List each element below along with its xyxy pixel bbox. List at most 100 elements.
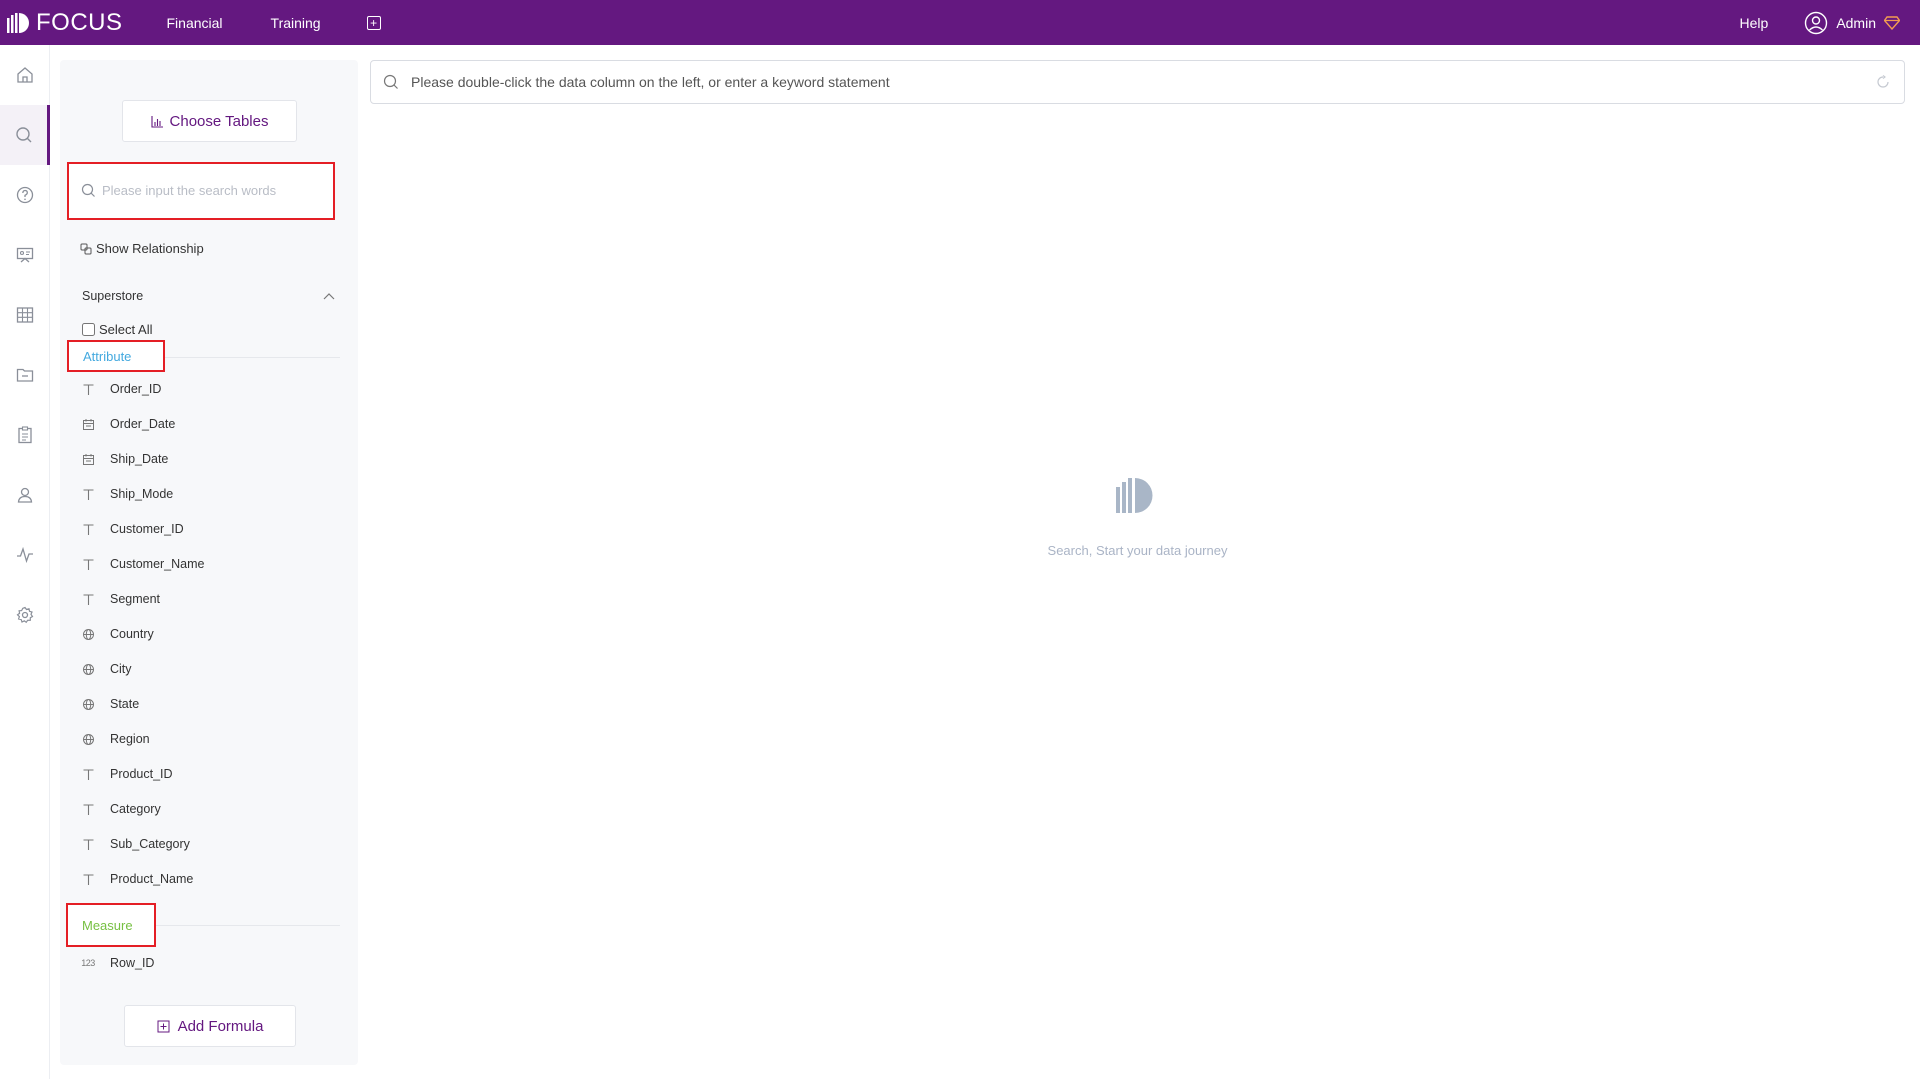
field-country[interactable]: Country — [80, 624, 320, 644]
choose-tables-button[interactable]: Choose Tables — [122, 100, 297, 142]
attribute-section-highlight: Attribute — [67, 340, 165, 372]
field-customer-name[interactable]: Customer_Name — [80, 554, 320, 574]
calendar-icon — [80, 451, 96, 467]
rail-tables[interactable] — [0, 285, 50, 345]
text-icon — [80, 766, 96, 782]
link-icon — [80, 243, 92, 254]
field-state[interactable]: State — [80, 694, 320, 714]
app-logo[interactable]: FOCUS — [6, 9, 123, 37]
user-name: Admin — [1836, 14, 1876, 31]
chevron-up-icon[interactable] — [322, 289, 336, 303]
column-search-input[interactable] — [102, 182, 302, 198]
presentation-icon — [16, 247, 34, 263]
column-search-box — [81, 172, 321, 208]
field-label: Order_Date — [110, 417, 176, 431]
column-search-highlight — [67, 162, 335, 220]
field-label: Order_ID — [110, 382, 162, 396]
field-row-id[interactable]: 123 Row_ID — [80, 953, 320, 973]
field-sub-category[interactable]: Sub_Category — [80, 834, 320, 854]
rail-presentation[interactable] — [0, 225, 50, 285]
measure-divider — [153, 925, 340, 926]
select-all-checkbox[interactable] — [82, 323, 95, 336]
text-icon — [80, 836, 96, 852]
rail-users[interactable] — [0, 465, 50, 525]
top-bar: FOCUS Financial Training + Help Admin — [0, 0, 1920, 45]
rail-home[interactable] — [0, 45, 50, 105]
rail-search[interactable] — [0, 105, 50, 165]
home-icon — [17, 67, 33, 83]
table-name: Superstore — [82, 289, 144, 303]
text-icon — [80, 486, 96, 502]
measure-section-label: Measure — [82, 917, 133, 933]
attribute-divider — [160, 357, 340, 358]
search-icon — [15, 127, 31, 143]
user-avatar-icon — [1805, 11, 1828, 34]
globe-icon — [80, 696, 96, 712]
field-label: Product_ID — [110, 767, 173, 781]
loading-spinner-icon — [1877, 75, 1889, 88]
rail-settings[interactable] — [0, 585, 50, 645]
field-category[interactable]: Category — [80, 799, 320, 819]
clipboard-icon — [18, 426, 32, 444]
folder-icon — [16, 368, 34, 382]
select-all-label: Select All — [99, 322, 153, 337]
focus-logo-icon — [7, 12, 29, 33]
add-formula-label: Add Formula — [177, 1017, 264, 1035]
question-icon — [16, 186, 34, 204]
field-label: State — [110, 697, 140, 711]
field-ship-date[interactable]: Ship_Date — [80, 449, 320, 469]
field-label: Sub_Category — [110, 837, 190, 851]
text-icon — [80, 801, 96, 817]
help-link[interactable]: Help — [1740, 15, 1769, 31]
field-label: Customer_Name — [110, 557, 205, 571]
field-ship-mode[interactable]: Ship_Mode — [80, 484, 320, 504]
data-column-panel: Choose Tables Show Relationship Supersto… — [60, 60, 358, 1065]
field-label: Segment — [110, 592, 161, 606]
field-order-date[interactable]: Order_Date — [80, 414, 320, 434]
show-relationship-link[interactable]: Show Relationship — [80, 241, 204, 256]
keyword-search-bar — [370, 60, 1905, 104]
field-label: City — [110, 662, 132, 676]
plus-square-icon: + — [370, 15, 378, 30]
number-icon: 123 — [81, 958, 95, 968]
globe-icon — [80, 731, 96, 747]
rail-help[interactable] — [0, 165, 50, 225]
text-icon — [80, 591, 96, 607]
select-all[interactable]: Select All — [82, 322, 152, 337]
field-label: Category — [110, 802, 161, 816]
measure-section-highlight: Measure — [66, 903, 156, 947]
field-order-id[interactable]: Order_ID — [80, 379, 320, 399]
text-icon — [80, 521, 96, 537]
search-icon — [383, 74, 398, 89]
field-segment[interactable]: Segment — [80, 589, 320, 609]
user-menu[interactable]: Admin — [1804, 11, 1900, 35]
empty-state-text: Search, Start your data journey — [1047, 543, 1228, 558]
field-label: Country — [110, 627, 154, 641]
rail-clipboard[interactable] — [0, 405, 50, 465]
settings-icon — [16, 606, 34, 624]
globe-icon — [80, 661, 96, 677]
pulse-icon — [17, 546, 33, 564]
left-icon-rail — [0, 45, 50, 1079]
add-tab-button[interactable]: + — [366, 15, 381, 30]
field-product-id[interactable]: Product_ID — [80, 764, 320, 784]
show-relationship-label: Show Relationship — [96, 241, 204, 256]
topbar-right: Help Admin — [1740, 11, 1900, 35]
rail-folder[interactable] — [0, 345, 50, 405]
field-customer-id[interactable]: Customer_ID — [80, 519, 320, 539]
nav-training[interactable]: Training — [271, 15, 321, 31]
add-formula-button[interactable]: Add Formula — [124, 1005, 296, 1047]
text-icon — [80, 381, 96, 397]
rail-monitor[interactable] — [0, 525, 50, 585]
choose-tables-label: Choose Tables — [169, 112, 269, 130]
field-region[interactable]: Region — [80, 729, 320, 749]
field-product-name[interactable]: Product_Name — [80, 869, 320, 889]
field-label: Product_Name — [110, 872, 194, 886]
search-icon — [81, 183, 95, 197]
field-city[interactable]: City — [80, 659, 320, 679]
plus-square-icon — [157, 1020, 170, 1032]
bar-chart-icon — [150, 115, 163, 128]
calendar-icon — [80, 416, 96, 432]
nav-financial[interactable]: Financial — [167, 15, 223, 31]
keyword-search-input[interactable] — [411, 74, 1876, 90]
